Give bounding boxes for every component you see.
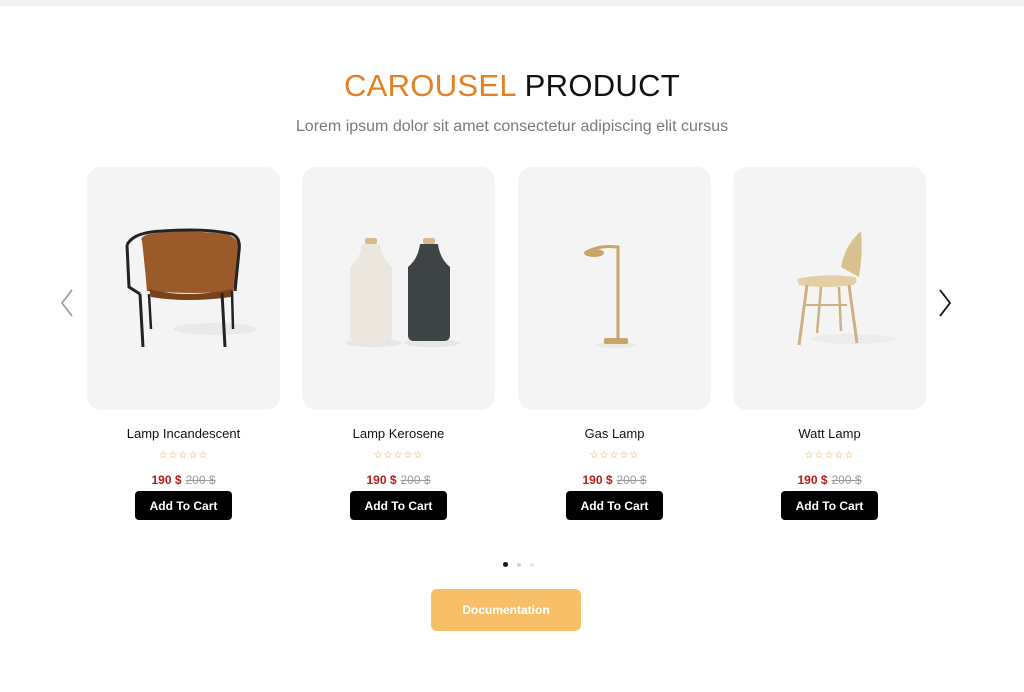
current-price: 190 $ (797, 473, 828, 487)
product-card[interactable]: Lamp Incandescent ☆☆☆☆☆ 190 $200 $ Add T… (87, 167, 280, 520)
add-to-cart-button[interactable]: Add To Cart (566, 491, 663, 520)
add-to-cart-button[interactable]: Add To Cart (350, 491, 447, 520)
star-rating: ☆☆☆☆☆ (589, 450, 640, 461)
star-rating: ☆☆☆☆☆ (158, 450, 209, 461)
product-image-bottles[interactable] (302, 167, 495, 410)
product-card[interactable]: Lamp Kerosene ☆☆☆☆☆ 190 $200 $ Add To Ca… (302, 167, 495, 520)
current-price: 190 $ (582, 473, 613, 487)
carousel-next-button[interactable] (933, 286, 957, 320)
current-price: 190 $ (151, 473, 182, 487)
star-rating: ☆☆☆☆☆ (373, 450, 424, 461)
star-rating: ☆☆☆☆☆ (804, 450, 855, 461)
pagination-dot[interactable] (530, 562, 534, 567)
top-bar (0, 0, 1024, 6)
price-row: 190 $200 $ (733, 473, 926, 487)
price-row: 190 $200 $ (87, 473, 280, 487)
chevron-right-icon (939, 289, 952, 317)
carousel-prev-button[interactable] (55, 286, 79, 320)
old-price: 200 $ (616, 473, 647, 487)
current-price: 190 $ (366, 473, 397, 487)
page-subtitle: Lorem ipsum dolor sit amet consectetur a… (295, 118, 729, 135)
price-row: 190 $200 $ (518, 473, 711, 487)
product-card[interactable]: Watt Lamp ☆☆☆☆☆ 190 $200 $ Add To Cart (733, 167, 926, 520)
floor-lamp-image (584, 245, 636, 348)
product-card[interactable]: Gas Lamp ☆☆☆☆☆ 190 $200 $ Add To Cart (518, 167, 711, 520)
old-price: 200 $ (185, 473, 216, 487)
pagination-dot[interactable] (517, 562, 521, 567)
armchair-image (125, 228, 257, 348)
price-row: 190 $200 $ (302, 473, 495, 487)
pagination-dot-active[interactable] (503, 562, 508, 567)
old-price: 200 $ (400, 473, 431, 487)
product-image-chair[interactable] (87, 167, 280, 410)
product-name: Watt Lamp (798, 426, 861, 441)
title-accent: CAROUSEL (343, 68, 516, 103)
wooden-chair-image (797, 231, 895, 346)
old-price: 200 $ (831, 473, 862, 487)
title-rest: PRODUCT (515, 68, 681, 103)
product-image-wood-chair[interactable] (733, 167, 926, 410)
product-name: Lamp Kerosene (352, 426, 445, 441)
add-to-cart-button[interactable]: Add To Cart (135, 491, 232, 520)
documentation-button[interactable]: Documentation (431, 589, 581, 631)
chevron-left-icon (60, 289, 73, 317)
add-to-cart-button[interactable]: Add To Cart (781, 491, 878, 520)
page-title: CAROUSEL PRODUCT (0, 68, 1024, 104)
product-name: Lamp Incandescent (126, 426, 241, 441)
product-name: Gas Lamp (584, 426, 645, 441)
grinder-bottles-image (346, 238, 460, 347)
product-image-lamp[interactable] (518, 167, 711, 410)
carousel-pagination (503, 562, 534, 567)
